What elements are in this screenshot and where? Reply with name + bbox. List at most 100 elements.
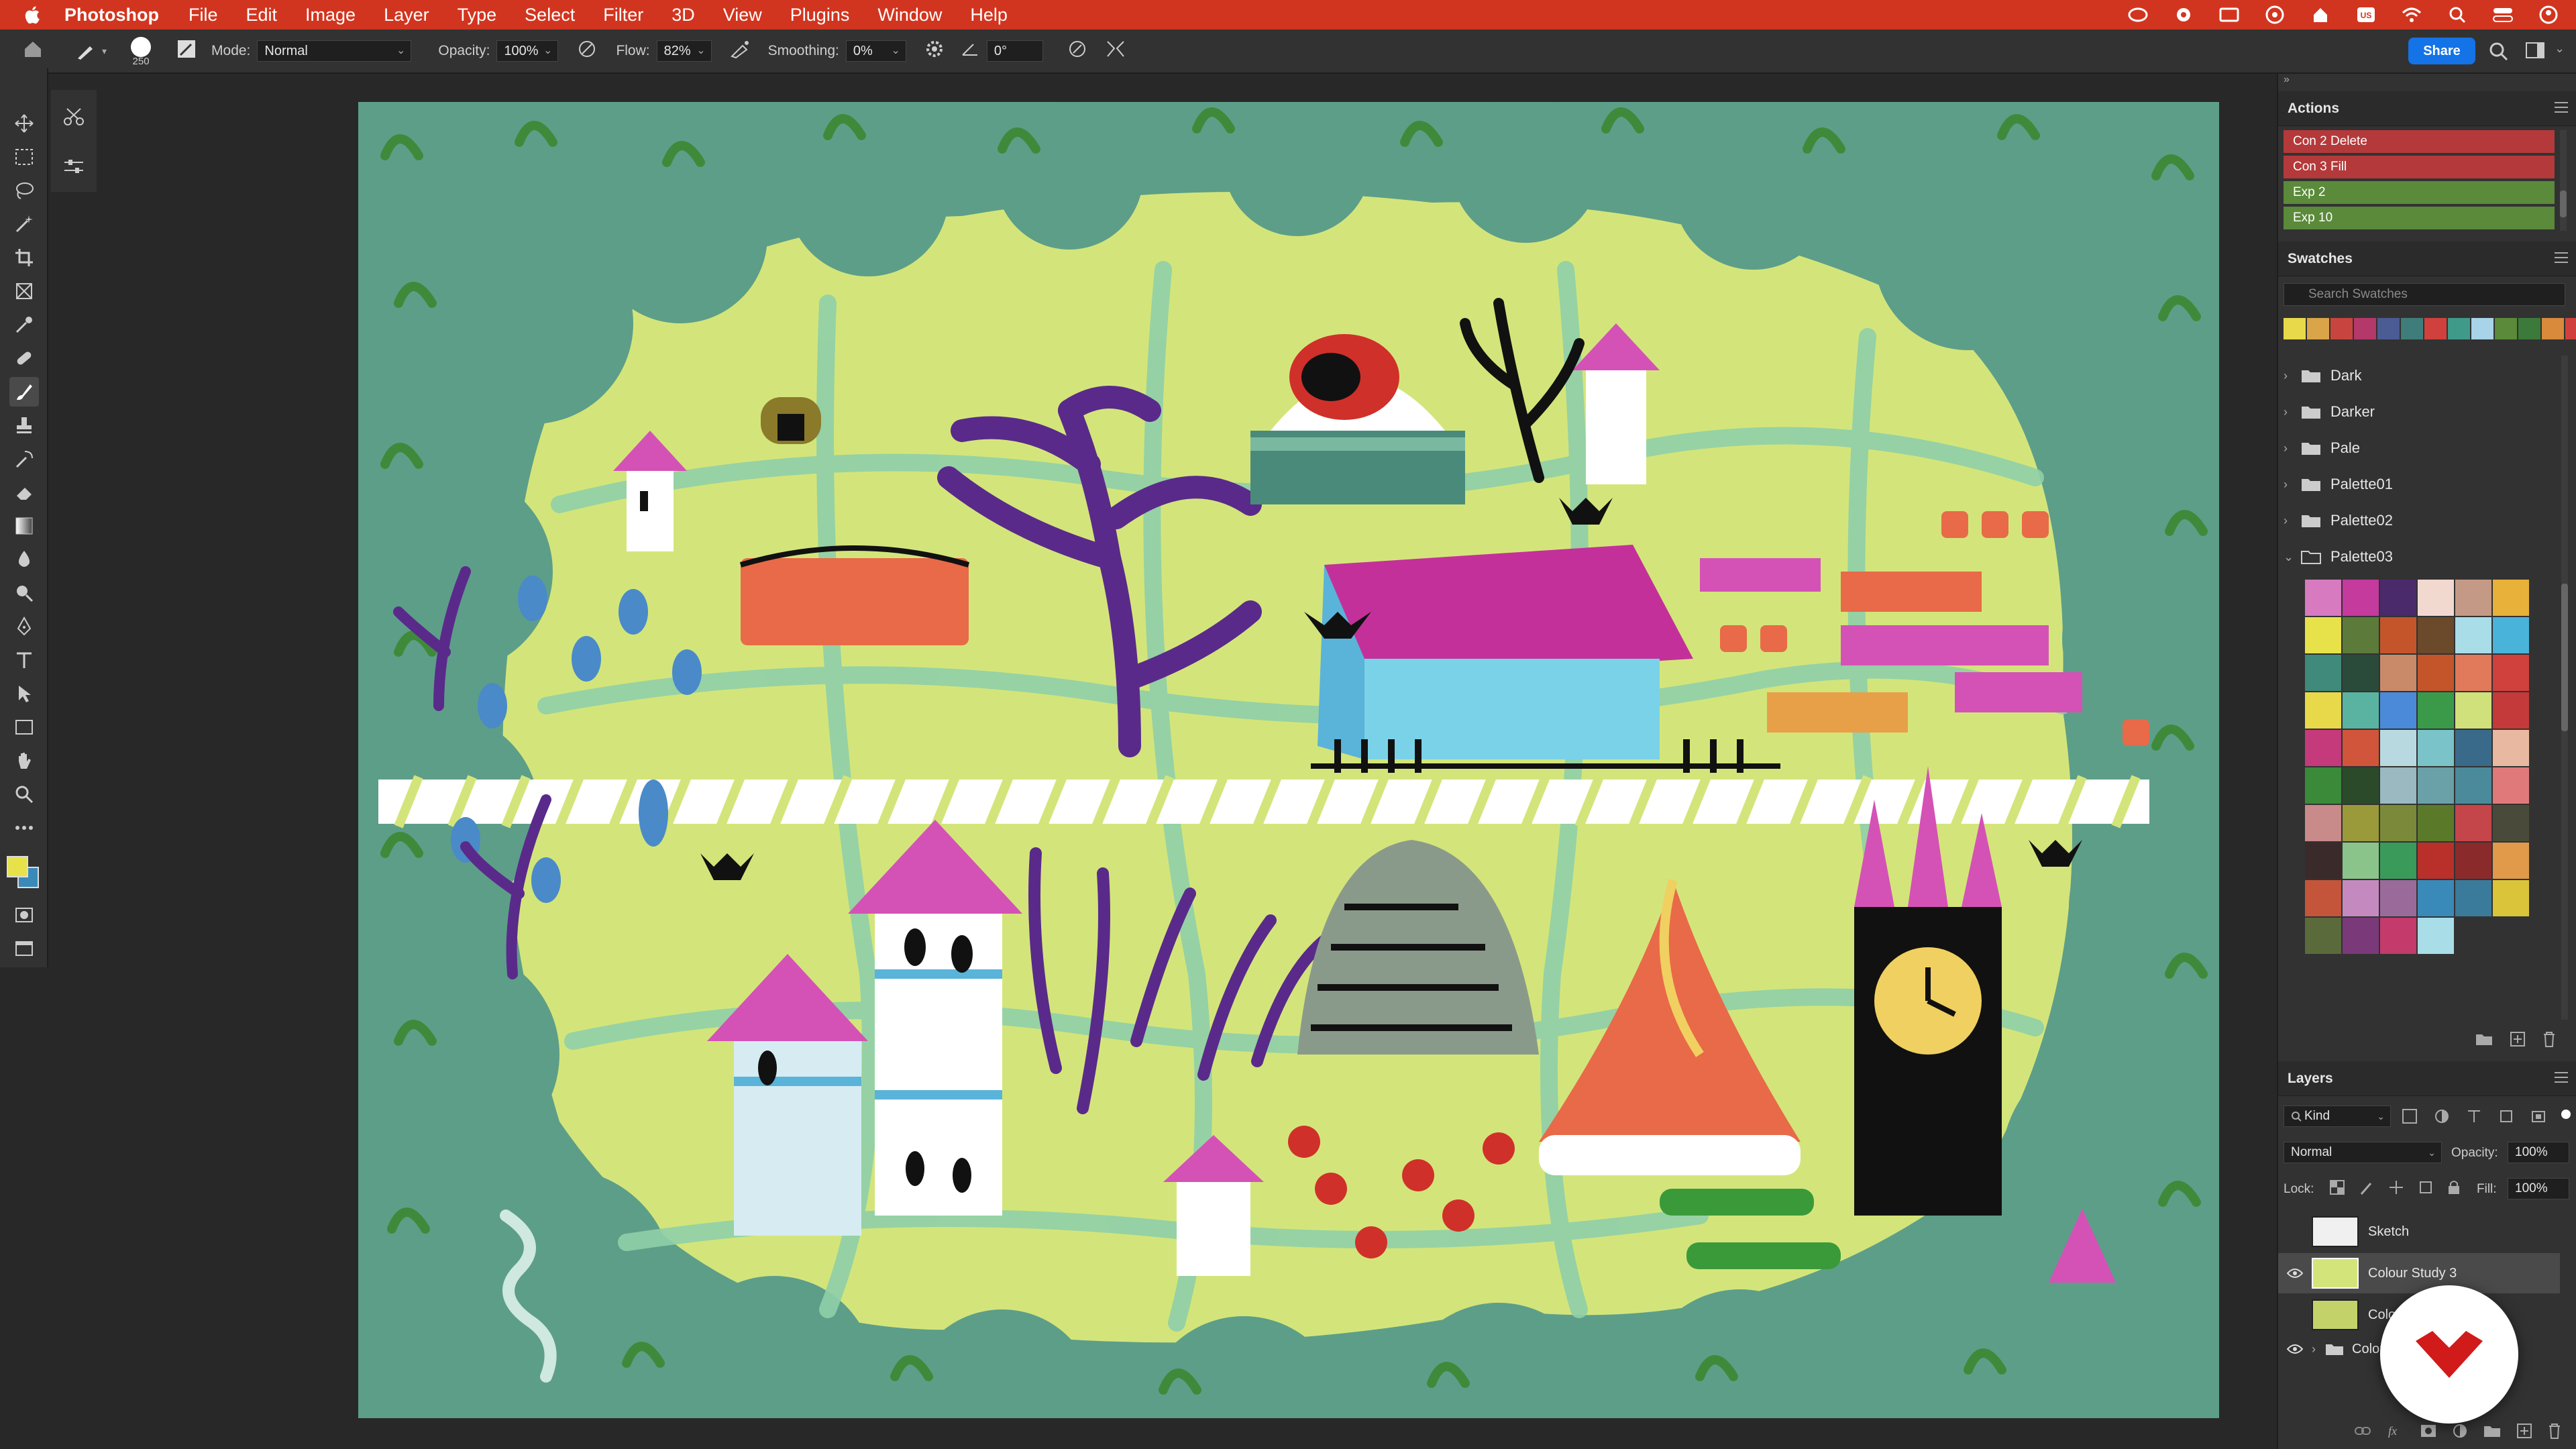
eyedropper-tool[interactable] xyxy=(9,310,39,339)
swatch[interactable] xyxy=(2455,730,2491,766)
swatch[interactable] xyxy=(2418,730,2454,766)
trash-icon[interactable] xyxy=(2548,1423,2561,1439)
swatch[interactable] xyxy=(2380,580,2416,616)
swatch[interactable] xyxy=(2343,767,2379,804)
swatch[interactable] xyxy=(2418,767,2454,804)
swatch[interactable] xyxy=(2307,318,2329,339)
swatch[interactable] xyxy=(2343,843,2379,879)
swatch[interactable] xyxy=(2493,880,2529,916)
panel-menu-icon[interactable] xyxy=(2553,251,2569,264)
swatch[interactable] xyxy=(2380,692,2416,729)
menu-image[interactable]: Image xyxy=(305,5,356,25)
symmetry-icon[interactable] xyxy=(1105,39,1126,63)
shape-filter-icon[interactable] xyxy=(2498,1108,2514,1124)
display-icon[interactable] xyxy=(2218,5,2241,24)
history-brush-tool[interactable] xyxy=(9,444,39,474)
layers-panel-header[interactable]: Layers xyxy=(2278,1061,2576,1096)
swatch[interactable] xyxy=(2448,318,2470,339)
menu-help[interactable]: Help xyxy=(970,5,1008,25)
layer-effects-icon[interactable]: fx xyxy=(2387,1424,2404,1438)
swatch[interactable] xyxy=(2542,318,2564,339)
new-layer-icon[interactable] xyxy=(2517,1424,2532,1438)
swatch[interactable] xyxy=(2380,918,2416,954)
swatch[interactable] xyxy=(2471,318,2493,339)
visibility-toggle-empty[interactable] xyxy=(2278,1226,2312,1237)
app-name[interactable]: Photoshop xyxy=(64,5,159,25)
smoothing-options-gear-icon[interactable] xyxy=(925,40,944,62)
pressure-opacity-icon[interactable] xyxy=(577,39,597,63)
swatch[interactable] xyxy=(2380,617,2416,653)
swatch[interactable] xyxy=(2380,655,2416,691)
swatches-search-input[interactable]: Search Swatches xyxy=(2284,283,2565,306)
blur-tool[interactable] xyxy=(9,545,39,574)
menu-3d[interactable]: 3D xyxy=(672,5,695,25)
swatch[interactable] xyxy=(2493,843,2529,879)
actions-panel-header[interactable]: Actions xyxy=(2278,91,2576,126)
swatch[interactable] xyxy=(2418,880,2454,916)
swatch[interactable] xyxy=(2493,655,2529,691)
swatch[interactable] xyxy=(2493,767,2529,804)
swatch[interactable] xyxy=(2455,580,2491,616)
swatch[interactable] xyxy=(2305,918,2341,954)
swatch[interactable] xyxy=(2455,655,2491,691)
quick-mask-button[interactable] xyxy=(9,900,39,930)
eye-icon[interactable] xyxy=(2278,1344,2312,1354)
gradient-tool[interactable] xyxy=(9,511,39,541)
panel-collapse-icon[interactable]: » xyxy=(2278,74,2576,87)
action-item[interactable]: Exp 2 xyxy=(2284,181,2555,205)
mode-select[interactable]: Normal ⌄ xyxy=(257,40,412,62)
new-swatch-icon[interactable] xyxy=(2510,1032,2525,1046)
eye-icon[interactable] xyxy=(2278,1268,2312,1279)
share-button[interactable]: Share xyxy=(2408,38,2475,64)
menu-type[interactable]: Type xyxy=(458,5,497,25)
image-filter-icon[interactable] xyxy=(2402,1108,2418,1124)
chevron-down-icon[interactable]: ⌄ xyxy=(2555,42,2565,56)
swatch[interactable] xyxy=(2418,692,2454,729)
panel-menu-icon[interactable] xyxy=(2553,1071,2569,1084)
swatch[interactable] xyxy=(2343,880,2379,916)
canvas-artwork[interactable] xyxy=(358,102,2219,1418)
swatch[interactable] xyxy=(2493,692,2529,729)
swatch[interactable] xyxy=(2493,805,2529,841)
swatch[interactable] xyxy=(2343,805,2379,841)
crop-tool[interactable] xyxy=(9,243,39,272)
action-item[interactable]: Con 3 Fill xyxy=(2284,156,2555,180)
swatch[interactable] xyxy=(2343,617,2379,653)
frame-tool[interactable] xyxy=(9,276,39,306)
action-item[interactable]: Exp 10 xyxy=(2284,207,2555,231)
lock-position-icon[interactable] xyxy=(2388,1179,2404,1195)
lasso-tool[interactable] xyxy=(9,176,39,205)
swatch[interactable] xyxy=(2305,843,2341,879)
new-group-folder-icon[interactable] xyxy=(2475,1032,2493,1046)
swatch[interactable] xyxy=(2380,730,2416,766)
content-aware-tool[interactable] xyxy=(59,102,89,131)
swatch[interactable] xyxy=(2565,318,2576,339)
swatch[interactable] xyxy=(2305,655,2341,691)
home-icon[interactable] xyxy=(23,40,46,62)
settings-gear-icon[interactable] xyxy=(2172,5,2195,24)
swatch[interactable] xyxy=(2343,730,2379,766)
pressure-size-icon[interactable] xyxy=(1067,39,1087,63)
swatch[interactable] xyxy=(2305,730,2341,766)
clone-stamp-tool[interactable] xyxy=(9,411,39,440)
adjustment-filter-icon[interactable] xyxy=(2434,1108,2450,1124)
workspace-icon[interactable] xyxy=(2525,42,2546,64)
menu-plugins[interactable]: Plugins xyxy=(790,5,850,25)
swatch[interactable] xyxy=(2418,655,2454,691)
menu-file[interactable]: File xyxy=(189,5,218,25)
new-group-folder-icon[interactable] xyxy=(2483,1424,2501,1438)
swatches-panel-header[interactable]: Swatches xyxy=(2278,241,2576,276)
flow-field[interactable]: 82% ⌄ xyxy=(656,40,712,62)
swatch[interactable] xyxy=(2380,767,2416,804)
swatch[interactable] xyxy=(2305,692,2341,729)
search-icon[interactable] xyxy=(2489,42,2509,66)
eraser-tool[interactable] xyxy=(9,478,39,507)
brush-preset-icon[interactable]: ▾ xyxy=(75,41,107,61)
swatch-folder-palette01[interactable]: › Palette01 xyxy=(2284,468,2565,500)
swatch[interactable] xyxy=(2305,805,2341,841)
swatch[interactable] xyxy=(2424,318,2447,339)
swatch[interactable] xyxy=(2418,805,2454,841)
swatch[interactable] xyxy=(2343,580,2379,616)
layer-row-colour-study-3[interactable]: Colour Study 3 xyxy=(2278,1253,2560,1293)
menu-view[interactable]: View xyxy=(723,5,762,25)
